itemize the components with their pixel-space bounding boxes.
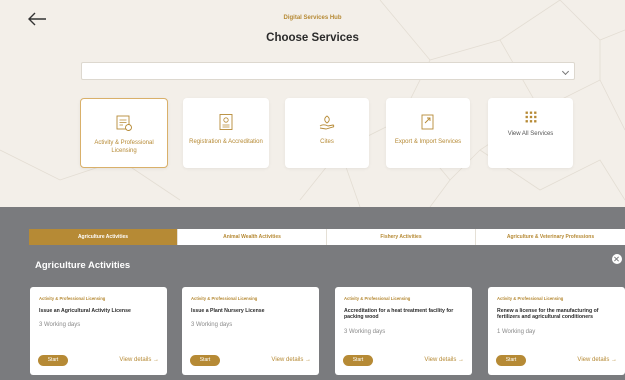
tab-agriculture-activities[interactable]: Agriculture Activities: [29, 229, 178, 245]
export-document-icon: [421, 114, 434, 130]
start-button[interactable]: Start: [496, 355, 526, 366]
service-card-label: View All Services: [507, 131, 554, 137]
section-title: Agriculture Activities: [35, 260, 131, 271]
view-details-link[interactable]: View details →: [577, 357, 617, 363]
activity-category: Activity & Professional Licensing: [497, 296, 564, 301]
service-search-select[interactable]: [81, 62, 575, 80]
start-button[interactable]: Start: [190, 355, 220, 366]
chevron-down-icon: [561, 67, 570, 76]
activity-duration: 3 Working days: [39, 322, 81, 328]
view-details-link[interactable]: View details →: [424, 357, 464, 363]
tab-agriculture-veterinary-professions[interactable]: Agriculture & Veterinary Professions: [476, 229, 625, 245]
activity-name: Issue a Plant Nursery License: [191, 308, 265, 314]
activity-duration: 3 Working days: [191, 322, 233, 328]
close-icon[interactable]: [612, 254, 622, 264]
activity-category: Activity & Professional Licensing: [39, 296, 106, 301]
service-card-label: Cites: [320, 139, 334, 145]
activity-name: Accreditation for a heat treatment facil…: [344, 308, 454, 321]
activity-name: Renew a license for the manufacturing of…: [497, 308, 599, 321]
activity-card: Activity & Professional Licensing Issue …: [182, 287, 319, 375]
activity-duration: 1 Working day: [497, 329, 536, 335]
service-card-export-import[interactable]: Export & Import Services: [386, 98, 470, 168]
view-all-services-card[interactable]: View All Services: [488, 98, 573, 168]
activity-tabs: Agriculture Activities Animal Wealth Act…: [29, 229, 625, 245]
activity-card: Activity & Professional Licensing Renew …: [488, 287, 625, 375]
service-card-label: Export & Import Services: [394, 139, 462, 145]
grid-icon: [525, 111, 536, 123]
page-title: Choose Services: [266, 32, 359, 44]
activity-name: Issue an Agricultural Activity License: [39, 308, 131, 314]
activities-panel: Agriculture Activities Animal Wealth Act…: [0, 207, 625, 380]
services-header-section: Digital Services Hub Choose Services Act…: [0, 0, 625, 207]
hub-title: Digital Services Hub: [283, 15, 342, 21]
start-button[interactable]: Start: [38, 355, 68, 366]
service-card-cites[interactable]: Cites: [285, 98, 369, 168]
service-card-label: Activity & Professional Licensing: [94, 140, 154, 154]
certificate-icon: [219, 114, 233, 130]
service-card-label: Registration & Accreditation: [189, 139, 263, 145]
activity-card: Activity & Professional Licensing Accred…: [335, 287, 472, 375]
activity-category: Activity & Professional Licensing: [344, 296, 411, 301]
start-button[interactable]: Start: [343, 355, 373, 366]
view-details-link[interactable]: View details →: [271, 357, 311, 363]
hand-leaf-icon: [319, 115, 335, 130]
activity-duration: 3 Working days: [344, 329, 386, 335]
service-card-activity-licensing[interactable]: Activity & Professional Licensing: [80, 98, 168, 168]
service-card-registration[interactable]: Registration & Accreditation: [183, 98, 269, 168]
view-details-link[interactable]: View details →: [119, 357, 159, 363]
tab-animal-wealth-activities[interactable]: Animal Wealth Activities: [178, 229, 327, 245]
activity-card: Activity & Professional Licensing Issue …: [30, 287, 167, 375]
tab-fishery-activities[interactable]: Fishery Activities: [327, 229, 476, 245]
license-document-icon: [116, 115, 132, 131]
activity-category: Activity & Professional Licensing: [191, 296, 258, 301]
